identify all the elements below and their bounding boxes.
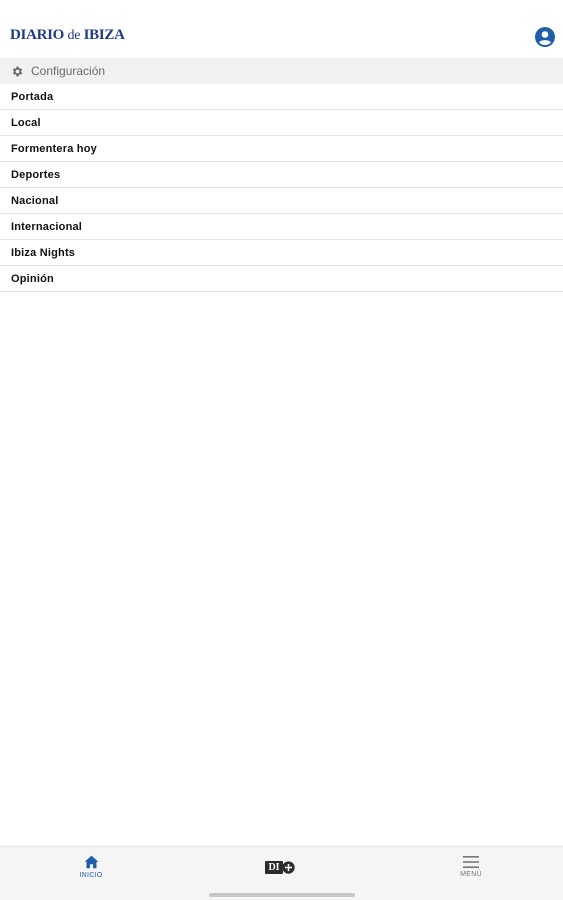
section-menu-list: Portada Local Formentera hoy Deportes Na… bbox=[0, 84, 563, 292]
plus-circle-icon bbox=[281, 860, 295, 874]
menu-item-portada[interactable]: Portada bbox=[0, 84, 563, 110]
tab-inicio-label: INICIO bbox=[79, 872, 103, 879]
menu-item-internacional[interactable]: Internacional bbox=[0, 214, 563, 240]
tab-menu-label: MENÚ bbox=[460, 871, 482, 878]
user-account-button[interactable] bbox=[535, 27, 555, 47]
menu-item-nacional[interactable]: Nacional bbox=[0, 188, 563, 214]
menu-item-local[interactable]: Local bbox=[0, 110, 563, 136]
app-root: DIARIO de IBIZA Configuración Portada Lo… bbox=[0, 0, 563, 900]
tab-di-plus[interactable]: DI bbox=[250, 847, 310, 887]
logo-word-diario: DIARIO bbox=[10, 27, 65, 43]
bottom-tab-bar: INICIO DI MENÚ bbox=[0, 846, 563, 900]
configuration-label: Configuración bbox=[31, 64, 106, 78]
hamburger-menu-icon bbox=[463, 856, 479, 868]
top-header: DIARIO de IBIZA bbox=[0, 0, 563, 58]
diario-de-ibiza-logo[interactable]: DIARIO de IBIZA bbox=[10, 27, 125, 44]
menu-item-ibiza-nights[interactable]: Ibiza Nights bbox=[0, 240, 563, 266]
logo-word-de: de bbox=[67, 28, 81, 43]
home-icon bbox=[84, 855, 98, 869]
configuration-button[interactable]: Configuración bbox=[0, 58, 563, 84]
home-indicator[interactable] bbox=[209, 893, 355, 897]
tab-inicio[interactable]: INICIO bbox=[60, 847, 122, 887]
di-plus-logo: DI bbox=[265, 860, 295, 874]
menu-item-opinion[interactable]: Opinión bbox=[0, 266, 563, 292]
menu-item-deportes[interactable]: Deportes bbox=[0, 162, 563, 188]
user-circle-icon bbox=[535, 27, 555, 47]
gear-icon bbox=[12, 66, 23, 76]
menu-item-formentera-hoy[interactable]: Formentera hoy bbox=[0, 136, 563, 162]
di-logo-text: DI bbox=[265, 860, 283, 874]
logo-word-ibiza: IBIZA bbox=[83, 27, 125, 43]
tab-menu[interactable]: MENÚ bbox=[440, 847, 502, 887]
